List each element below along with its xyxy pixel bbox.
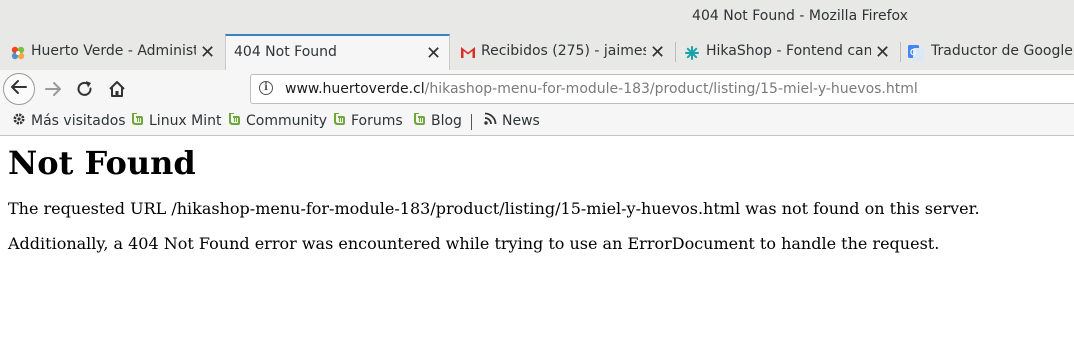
url-host: www.huertoverde.cl <box>285 81 425 97</box>
rss-icon <box>484 112 497 129</box>
bookmark-label: Community <box>246 112 328 129</box>
page-content: Not Found The requested URL /hikashop-me… <box>8 136 980 253</box>
url-bar[interactable]: i www.huertoverde.cl/hikashop-menu-for-m… <box>250 74 1074 104</box>
back-button[interactable] <box>3 73 35 105</box>
tab-huerto-verde[interactable]: Huerto Verde - Administra ✕ <box>0 36 225 70</box>
home-button[interactable] <box>108 80 126 102</box>
mint-icon <box>131 112 144 129</box>
url-path: /hikashop-menu-for-module-183/product/li… <box>424 81 918 97</box>
close-icon[interactable]: ✕ <box>200 42 215 63</box>
bookmark-mas-visitados[interactable]: Más visitados <box>12 112 126 130</box>
error-message: The requested URL /hikashop-menu-for-mod… <box>8 199 980 218</box>
site-info-icon[interactable]: i <box>259 81 273 95</box>
bookmark-label: News <box>502 112 540 129</box>
tab-gmail[interactable]: Recibidos (275) - jaimesol ✕ <box>450 36 675 70</box>
bookmark-community[interactable]: Community <box>228 112 327 129</box>
hikashop-icon <box>684 45 700 65</box>
bookmark-label: Linux Mint <box>149 112 222 129</box>
bookmarks-toolbar: Más visitados Linux Mint Community Forum… <box>0 108 1074 136</box>
tab-label: Huerto Verde - Administra <box>31 43 196 59</box>
gear-icon <box>12 112 26 130</box>
bookmark-label: Blog <box>431 112 462 129</box>
tab-label: Recibidos (275) - jaimesol <box>481 43 646 59</box>
close-icon[interactable]: ✕ <box>650 42 665 63</box>
bookmark-forums[interactable]: Forums <box>333 112 403 129</box>
mint-icon <box>228 112 241 129</box>
mint-icon <box>333 112 346 129</box>
tab-google-translate[interactable]: G Traductor de Google <box>901 36 1074 70</box>
mint-icon <box>413 112 426 129</box>
bookmark-separator <box>471 114 472 130</box>
window-titlebar: 404 Not Found - Mozilla Firefox <box>0 0 1074 34</box>
tab-hikashop[interactable]: HikaShop - Fontend can n ✕ <box>676 36 900 70</box>
tab-label: 404 Not Found <box>234 44 337 60</box>
close-icon[interactable]: ✕ <box>875 42 890 63</box>
window-title: 404 Not Found - Mozilla Firefox <box>692 8 908 24</box>
tab-strip: Huerto Verde - Administra ✕ 404 Not Foun… <box>0 34 1074 71</box>
tab-404-not-found[interactable]: 404 Not Found ✕ <box>225 34 450 71</box>
page-heading: Not Found <box>8 144 196 182</box>
arrow-left-icon <box>10 79 28 99</box>
forward-button[interactable] <box>44 81 62 101</box>
joomla-icon <box>10 45 26 65</box>
bookmark-label: Más visitados <box>31 113 126 129</box>
navigation-toolbar: i www.huertoverde.cl/hikashop-menu-for-m… <box>0 70 1074 108</box>
url-text[interactable]: www.huertoverde.cl/hikashop-menu-for-mod… <box>285 81 918 97</box>
reload-button[interactable] <box>76 80 94 102</box>
google-translate-icon: G <box>908 45 924 65</box>
svg-text:G: G <box>910 48 916 57</box>
bookmark-label: Forums <box>351 112 403 129</box>
bookmark-linux-mint[interactable]: Linux Mint <box>131 112 222 129</box>
close-icon[interactable]: ✕ <box>426 43 441 64</box>
additional-error-message: Additionally, a 404 Not Found error was … <box>8 234 940 253</box>
bookmark-blog[interactable]: Blog <box>413 112 462 129</box>
gmail-icon <box>460 46 476 63</box>
tab-label: Traductor de Google <box>931 43 1073 59</box>
tab-label: HikaShop - Fontend can n <box>706 43 871 59</box>
bookmark-news[interactable]: News <box>484 112 540 129</box>
